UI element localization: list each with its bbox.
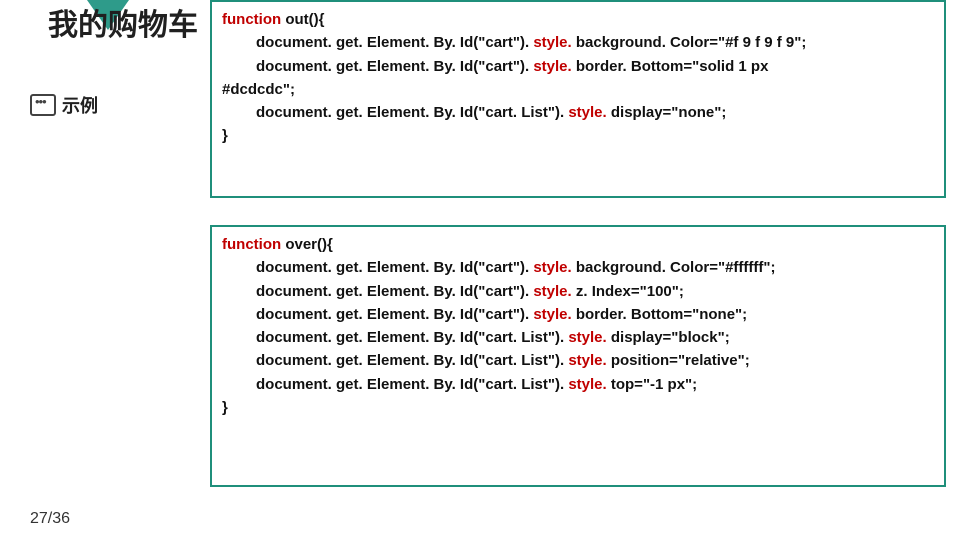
code-text: border. Bottom="solid 1 px xyxy=(576,58,769,75)
code-text: document. get. Element. By. Id("cart. Li… xyxy=(256,104,568,121)
code-text: #dcdcdc"; xyxy=(222,78,934,101)
code-block-out: function out(){ document. get. Element. … xyxy=(210,0,946,198)
kw-style: style. xyxy=(533,58,576,75)
code-text: display="block"; xyxy=(611,329,730,346)
code-text: background. Color="#ffffff"; xyxy=(576,259,776,276)
code-text: z. Index="100"; xyxy=(576,283,684,300)
code-text: document. get. Element. By. Id("cart"). xyxy=(256,259,533,276)
kw-style: style. xyxy=(568,104,611,121)
kw-style: style. xyxy=(533,259,576,276)
code-text: document. get. Element. By. Id("cart"). xyxy=(256,58,533,75)
code-text: top="-1 px"; xyxy=(611,376,697,393)
example-section: 示例 xyxy=(30,92,98,118)
code-text: document. get. Element. By. Id("cart. Li… xyxy=(256,329,568,346)
page-number: 27/36 xyxy=(30,510,70,528)
code-block-over: function over(){ document. get. Element.… xyxy=(210,225,946,487)
code-text: border. Bottom="none"; xyxy=(576,306,747,323)
kw-style: style. xyxy=(568,352,611,369)
code-text: out(){ xyxy=(285,11,324,28)
code-text: document. get. Element. By. Id("cart"). xyxy=(256,34,533,51)
code-text: over(){ xyxy=(285,236,333,253)
example-label: 示例 xyxy=(62,92,98,118)
code-text: document. get. Element. By. Id("cart. Li… xyxy=(256,376,568,393)
code-text: display="none"; xyxy=(611,104,727,121)
code-text: position="relative"; xyxy=(611,352,750,369)
code-text: } xyxy=(222,124,934,147)
code-text: } xyxy=(222,396,934,419)
code-text: document. get. Element. By. Id("cart"). xyxy=(256,306,533,323)
code-text: document. get. Element. By. Id("cart. Li… xyxy=(256,352,568,369)
kw-style: style. xyxy=(533,34,576,51)
code-text: document. get. Element. By. Id("cart"). xyxy=(256,283,533,300)
kw-function: function xyxy=(222,236,285,253)
example-icon xyxy=(30,94,56,116)
kw-style: style. xyxy=(533,306,576,323)
kw-style: style. xyxy=(533,283,576,300)
page-title: 我的购物车 xyxy=(48,0,198,44)
kw-style: style. xyxy=(568,376,611,393)
kw-style: style. xyxy=(568,329,611,346)
code-text: background. Color="#f 9 f 9 f 9"; xyxy=(576,34,807,51)
kw-function: function xyxy=(222,11,285,28)
